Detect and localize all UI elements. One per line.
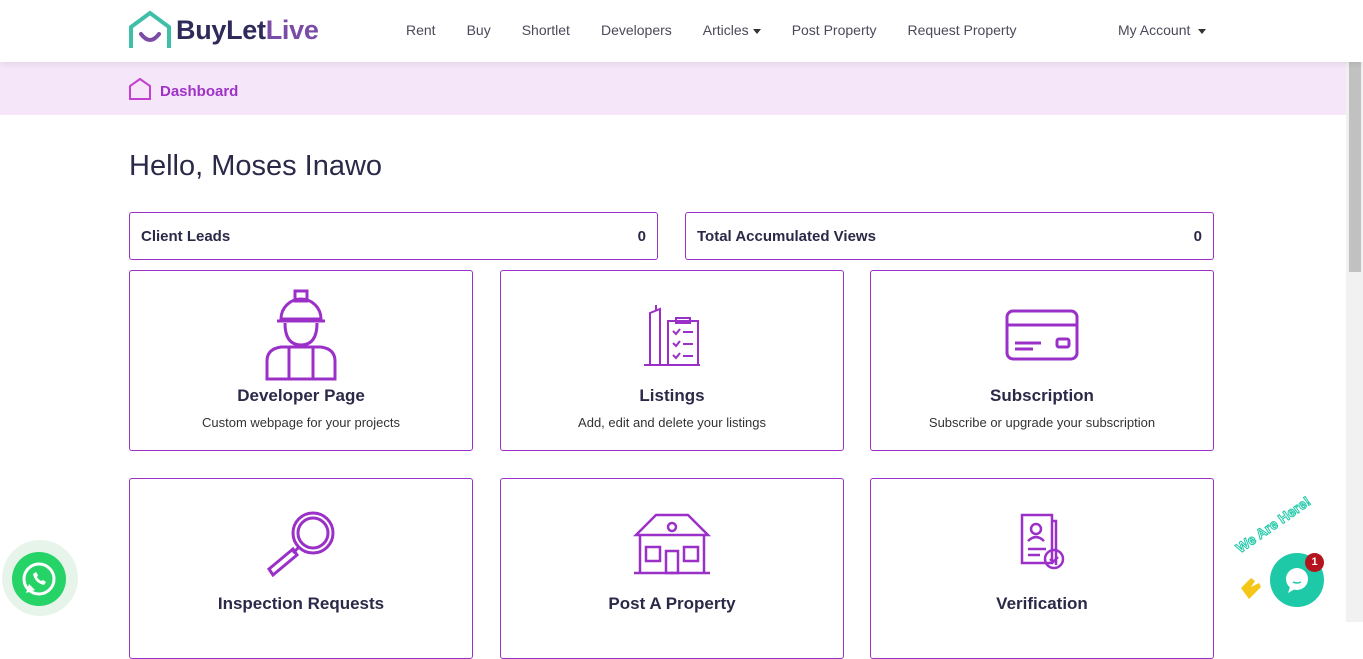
caret-down-icon: [752, 28, 761, 34]
card-listings[interactable]: Listings Add, edit and delete your listi…: [500, 270, 844, 451]
home-icon: [129, 77, 151, 100]
nav-buy[interactable]: Buy: [467, 22, 491, 38]
card-post-a-property[interactable]: Post A Property: [500, 478, 844, 659]
certificate-icon: [1020, 513, 1065, 570]
top-navbar: BuyLetLive Rent Buy Shortlet Developers …: [0, 0, 1363, 62]
my-account-dropdown[interactable]: My Account: [1118, 22, 1207, 38]
scrollbar[interactable]: [1346, 0, 1363, 622]
nav-post-property[interactable]: Post Property: [792, 22, 877, 38]
card-inspection-requests[interactable]: Inspection Requests: [129, 478, 473, 659]
stat-client-leads: Client Leads 0: [129, 212, 658, 260]
card-verification[interactable]: Verification: [870, 478, 1214, 659]
waving-hand-icon: [1241, 578, 1261, 599]
nav-articles[interactable]: Articles: [703, 22, 761, 38]
magnifier-icon: [267, 511, 335, 577]
greeting: Hello, Moses Inawo: [129, 150, 383, 182]
card-subscription[interactable]: Subscription Subscribe or upgrade your s…: [870, 270, 1214, 451]
stat-total-views: Total Accumulated Views 0: [685, 212, 1214, 260]
logo[interactable]: BuyLetLive: [128, 10, 319, 50]
caret-down-icon: [1198, 28, 1207, 34]
nav-request-property[interactable]: Request Property: [908, 22, 1017, 38]
nav-rent[interactable]: Rent: [406, 22, 436, 38]
logo-house-icon: [129, 10, 171, 48]
worker-icon: [265, 289, 337, 381]
whatsapp-icon: [22, 562, 56, 596]
nav-shortlet[interactable]: Shortlet: [522, 22, 570, 38]
card-developer-page[interactable]: Developer Page Custom webpage for your p…: [129, 270, 473, 451]
house-icon: [632, 513, 712, 575]
chat-tagline: We Are Here!: [1232, 492, 1314, 556]
breadcrumb: Dashboard: [0, 62, 1363, 115]
credit-card-icon: [1005, 309, 1079, 361]
brand-name: BuyLetLive: [176, 14, 319, 45]
nav-developers[interactable]: Developers: [601, 22, 672, 38]
chat-notification-badge: 1: [1305, 553, 1324, 572]
building-checklist-icon: [644, 305, 700, 366]
whatsapp-button[interactable]: [2, 540, 78, 616]
breadcrumb-dashboard[interactable]: Dashboard: [160, 83, 238, 100]
